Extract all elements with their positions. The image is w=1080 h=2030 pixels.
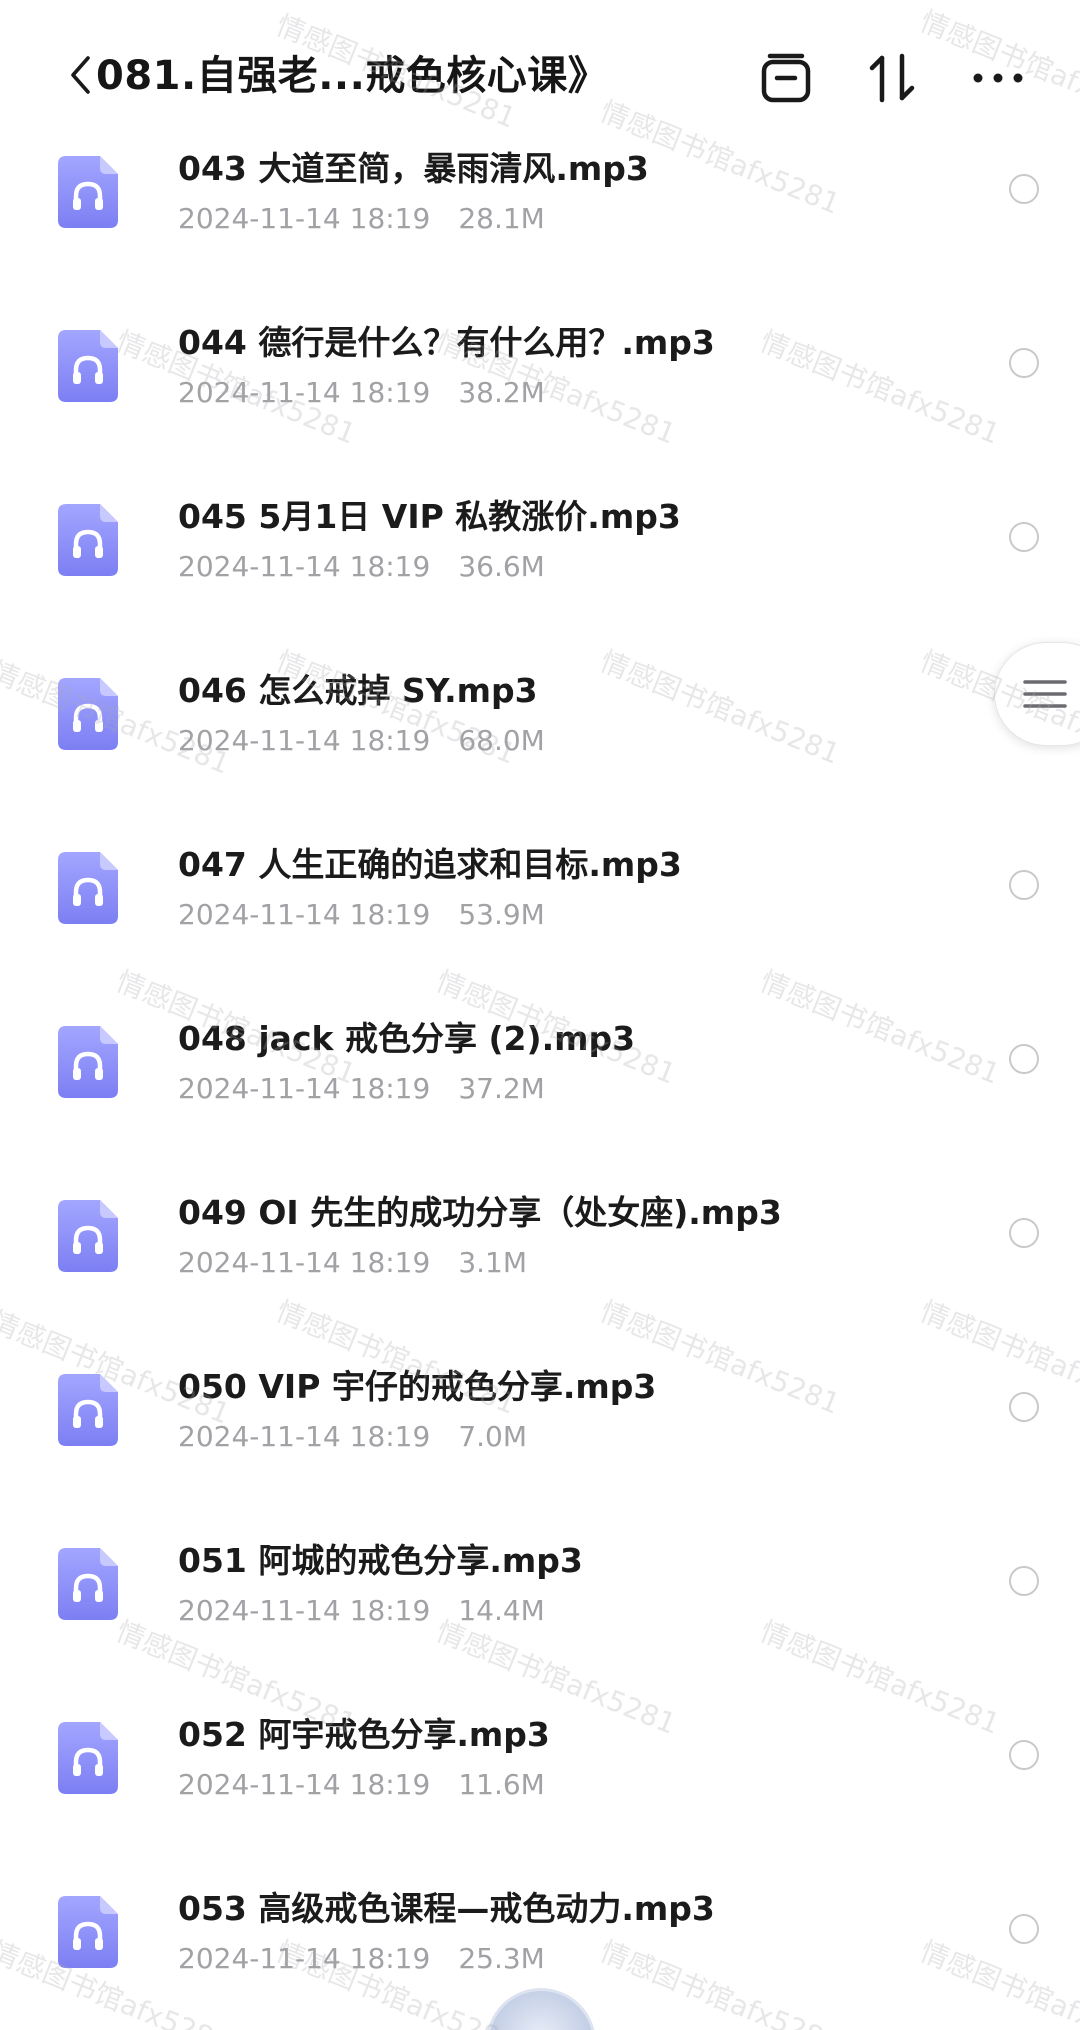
file-meta: 2024-11-14 18:19 36.6M — [178, 548, 545, 586]
file-meta: 2024-11-14 18:19 53.9M — [178, 896, 545, 934]
file-row[interactable]: 046 怎么戒掉 SY.mp3 2024-11-14 18:19 68.0M — [0, 660, 1080, 834]
file-meta: 2024-11-14 18:19 37.2M — [178, 1070, 545, 1108]
file-date: 2024-11-14 18:19 — [178, 550, 431, 583]
file-date: 2024-11-14 18:19 — [178, 1768, 431, 1801]
file-name: 051 阿城的戒色分享.mp3 — [178, 1541, 583, 1580]
file-meta: 2024-11-14 18:19 25.3M — [178, 1940, 545, 1978]
file-meta: 2024-11-14 18:19 3.1M — [178, 1244, 527, 1282]
file-list-screen: 081.自强老...戒色核心课》 043 大道至简，暴雨清风.mp3 2024-… — [0, 0, 1080, 2030]
file-size: 37.2M — [458, 1072, 545, 1105]
file-size: 28.1M — [458, 202, 545, 235]
file-size: 38.2M — [458, 376, 545, 409]
file-row[interactable]: 047 人生正确的追求和目标.mp3 2024-11-14 18:19 53.9M — [0, 834, 1080, 1008]
select-radio[interactable] — [1009, 1914, 1039, 1944]
file-size: 68.0M — [458, 724, 545, 757]
file-name: 052 阿宇戒色分享.mp3 — [178, 1715, 550, 1754]
audio-file-icon — [58, 678, 118, 750]
file-size: 3.1M — [458, 1246, 528, 1279]
audio-file-icon — [58, 1374, 118, 1446]
file-date: 2024-11-14 18:19 — [178, 1072, 431, 1105]
audio-file-icon — [58, 852, 118, 924]
file-name: 049 OI 先生的成功分享（处女座).mp3 — [178, 1193, 782, 1232]
file-row[interactable]: 045 5月1日 VIP 私教涨价.mp3 2024-11-14 18:19 36… — [0, 486, 1080, 660]
file-meta: 2024-11-14 18:19 7.0M — [178, 1418, 527, 1456]
file-size: 11.6M — [458, 1768, 545, 1801]
file-date: 2024-11-14 18:19 — [178, 202, 431, 235]
file-meta: 2024-11-14 18:19 38.2M — [178, 374, 545, 412]
file-size: 14.4M — [458, 1594, 545, 1627]
file-row[interactable]: 049 OI 先生的成功分享（处女座).mp3 2024-11-14 18:19… — [0, 1182, 1080, 1356]
file-date: 2024-11-14 18:19 — [178, 376, 431, 409]
file-date: 2024-11-14 18:19 — [178, 1594, 431, 1627]
file-size: 25.3M — [458, 1942, 545, 1975]
file-name: 048 jack 戒色分享 (2).mp3 — [178, 1019, 636, 1058]
menu-lines-icon — [1023, 680, 1067, 708]
audio-file-icon — [58, 504, 118, 576]
file-row[interactable]: 048 jack 戒色分享 (2).mp3 2024-11-14 18:19 37… — [0, 1008, 1080, 1182]
chevron-left-icon — [71, 56, 90, 94]
page-title: 081.自强老...戒色核心课》 — [96, 53, 609, 99]
audio-file-icon — [58, 1548, 118, 1620]
sort-icon — [869, 53, 915, 103]
file-size: 7.0M — [458, 1420, 528, 1453]
audio-file-icon — [58, 1722, 118, 1794]
select-radio[interactable] — [1009, 870, 1039, 900]
file-name: 053 高级戒色课程—戒色动力.mp3 — [178, 1889, 715, 1928]
top-bar: 081.自强老...戒色核心课》 — [0, 0, 1080, 150]
audio-file-icon — [58, 330, 118, 402]
file-size: 53.9M — [458, 898, 545, 931]
file-date: 2024-11-14 18:19 — [178, 898, 431, 931]
file-meta: 2024-11-14 18:19 11.6M — [178, 1766, 545, 1804]
audio-file-icon — [58, 1200, 118, 1272]
select-radio[interactable] — [1009, 522, 1039, 552]
audio-file-icon — [58, 1026, 118, 1098]
file-name: 046 怎么戒掉 SY.mp3 — [178, 671, 538, 710]
file-name: 050 VIP 宇仔的戒色分享.mp3 — [178, 1367, 657, 1406]
doc-icon — [761, 53, 811, 103]
audio-file-icon — [58, 1896, 118, 1968]
select-radio[interactable] — [1009, 1392, 1039, 1422]
more-button[interactable] — [968, 48, 1028, 108]
select-radio[interactable] — [1009, 1218, 1039, 1248]
file-meta: 2024-11-14 18:19 28.1M — [178, 200, 545, 238]
select-radio[interactable] — [1009, 174, 1039, 204]
file-size: 36.6M — [458, 550, 545, 583]
file-date: 2024-11-14 18:19 — [178, 1942, 431, 1975]
select-radio[interactable] — [1009, 1566, 1039, 1596]
file-meta: 2024-11-14 18:19 14.4M — [178, 1592, 545, 1630]
back-button[interactable] — [66, 50, 94, 100]
select-radio[interactable] — [1009, 1740, 1039, 1770]
select-radio[interactable] — [1009, 348, 1039, 378]
file-date: 2024-11-14 18:19 — [178, 1420, 431, 1453]
sort-button[interactable] — [862, 48, 922, 108]
file-row[interactable]: 052 阿宇戒色分享.mp3 2024-11-14 18:19 11.6M — [0, 1704, 1080, 1878]
file-name: 045 5月1日 VIP 私教涨价.mp3 — [178, 497, 681, 536]
file-date: 2024-11-14 18:19 — [178, 724, 431, 757]
file-name: 047 人生正确的追求和目标.mp3 — [178, 845, 682, 884]
audio-file-icon — [58, 156, 118, 228]
more-icon — [973, 73, 1023, 83]
file-row[interactable]: 051 阿城的戒色分享.mp3 2024-11-14 18:19 14.4M — [0, 1530, 1080, 1704]
file-name: 043 大道至简，暴雨清风.mp3 — [178, 149, 649, 188]
file-name: 044 德行是什么？有什么用？.mp3 — [178, 323, 715, 362]
file-meta: 2024-11-14 18:19 68.0M — [178, 722, 545, 760]
select-radio[interactable] — [1009, 1044, 1039, 1074]
file-row[interactable]: 043 大道至简，暴雨清风.mp3 2024-11-14 18:19 28.1M — [0, 138, 1080, 312]
file-date: 2024-11-14 18:19 — [178, 1246, 431, 1279]
doc-button[interactable] — [756, 48, 816, 108]
file-row[interactable]: 050 VIP 宇仔的戒色分享.mp3 2024-11-14 18:19 7.0M — [0, 1356, 1080, 1530]
file-row[interactable]: 044 德行是什么？有什么用？.mp3 2024-11-14 18:19 38.2… — [0, 312, 1080, 486]
